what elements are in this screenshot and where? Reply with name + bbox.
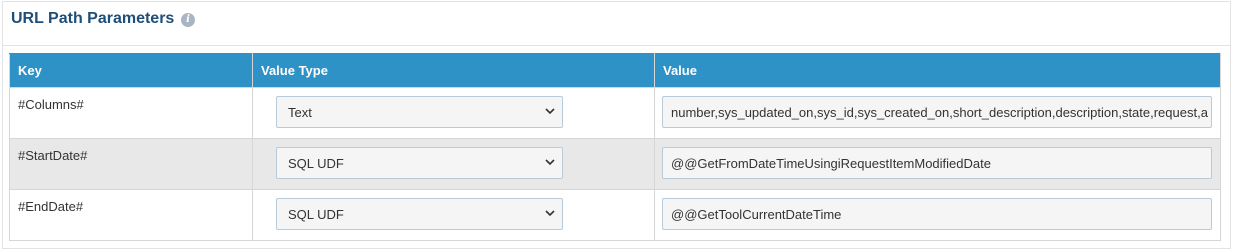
- key-cell: #StartDate#: [9, 138, 253, 190]
- parameters-table: Key Value Type Value #Columns# Text numb…: [9, 53, 1221, 241]
- key-text: #EndDate#: [18, 199, 84, 214]
- value-text: @@GetFromDateTimeUsingiRequestItemModifi…: [671, 156, 991, 171]
- info-icon[interactable]: i: [181, 13, 195, 27]
- value-cell: @@GetFromDateTimeUsingiRequestItemModifi…: [654, 138, 1221, 190]
- value-type-cell: Text: [252, 87, 655, 139]
- chevron-down-icon: [545, 210, 555, 217]
- value-input[interactable]: number,sys_updated_on,sys_id,sys_created…: [662, 96, 1212, 128]
- panel-title: URL Path Parameters: [11, 10, 175, 27]
- value-type-selected: Text: [288, 105, 312, 120]
- value-cell: number,sys_updated_on,sys_id,sys_created…: [654, 87, 1221, 139]
- table-header-row: Key Value Type Value: [9, 53, 1221, 88]
- value-type-cell: SQL UDF: [252, 189, 655, 241]
- value-type-selected: SQL UDF: [288, 207, 344, 222]
- chevron-down-icon: [545, 159, 555, 166]
- value-input[interactable]: @@GetToolCurrentDateTime: [662, 198, 1212, 230]
- value-type-select[interactable]: Text: [276, 96, 563, 128]
- value-text: @@GetToolCurrentDateTime: [671, 207, 842, 222]
- table-row: #EndDate# SQL UDF @@GetToolCurrentDateTi…: [9, 189, 1221, 241]
- value-input[interactable]: @@GetFromDateTimeUsingiRequestItemModifi…: [662, 147, 1212, 179]
- panel-header: URL Path Parameters i: [3, 2, 1230, 46]
- key-cell: #EndDate#: [9, 189, 253, 241]
- key-text: #StartDate#: [18, 148, 88, 163]
- column-header-value: Value: [654, 53, 1221, 88]
- value-type-select[interactable]: SQL UDF: [276, 198, 563, 230]
- key-cell: #Columns#: [9, 87, 253, 139]
- value-type-selected: SQL UDF: [288, 156, 344, 171]
- value-cell: @@GetToolCurrentDateTime: [654, 189, 1221, 241]
- chevron-down-icon: [545, 108, 555, 115]
- table-row: #Columns# Text number,sys_updated_on,sys…: [9, 87, 1221, 139]
- column-header-value-type: Value Type: [252, 53, 655, 88]
- value-text: number,sys_updated_on,sys_id,sys_created…: [671, 105, 1208, 120]
- column-header-key: Key: [9, 53, 253, 88]
- value-type-select[interactable]: SQL UDF: [276, 147, 563, 179]
- value-type-cell: SQL UDF: [252, 138, 655, 190]
- key-text: #Columns#: [18, 97, 84, 112]
- table-row: #StartDate# SQL UDF @@GetFromDateTimeUsi…: [9, 138, 1221, 190]
